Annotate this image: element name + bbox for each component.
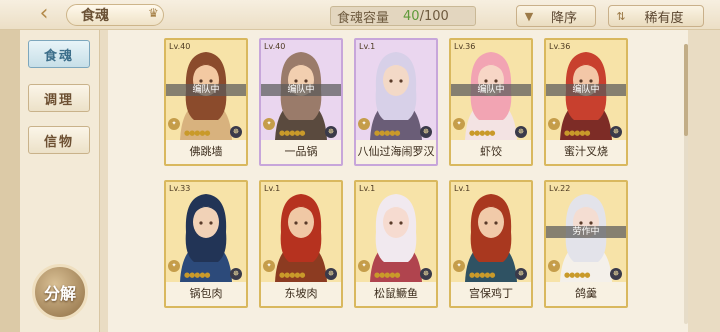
capacity-label: 食魂容量 (337, 10, 390, 26)
sort-by-rarity-label: 稀有度 (644, 10, 684, 26)
star-rating-icon: ●●●●● (469, 129, 496, 137)
role-icon: ✦ (263, 118, 275, 130)
star-rating-icon: ●●●●● (374, 271, 401, 279)
sort-order-button[interactable]: ▼ 降序 (516, 5, 596, 27)
card-name: 东坡肉 (261, 282, 341, 306)
gear-icon: ✵ (515, 126, 527, 138)
role-icon: ✦ (358, 260, 370, 272)
sidebar-tab-food-souls[interactable]: 食魂 (28, 40, 90, 68)
role-icon: ✦ (358, 118, 370, 130)
star-rating-icon: ●●●●● (184, 129, 211, 137)
sidebar-tab-label: 信物 (43, 134, 74, 150)
card-level: Lv.1 (454, 184, 471, 193)
card-level: Lv.40 (169, 42, 191, 51)
card-level: Lv.22 (549, 184, 571, 193)
status-badge: 编队中 (261, 84, 341, 96)
capacity-max: /100 (419, 8, 449, 24)
card-name: 八仙过海闹罗汉 (356, 140, 436, 164)
decompose-button[interactable]: 分解 (32, 264, 88, 320)
food-soul-card[interactable]: Lv.1 ✦ ●●●●● ✵ 宫保鸡丁 (449, 180, 533, 308)
gear-icon: ✵ (420, 126, 432, 138)
star-rating-icon: ●●●●● (374, 129, 401, 137)
card-name: 宫保鸡丁 (451, 282, 531, 306)
card-name: 松鼠鳜鱼 (356, 282, 436, 306)
star-rating-icon: ●●●●● (184, 271, 211, 279)
gear-icon: ✵ (420, 268, 432, 280)
capacity-display: 食魂容量 40 /100 (330, 6, 476, 26)
food-soul-card[interactable]: Lv.22 劳作中 ✦ ●●●●● ✵ 鸽羹 (544, 180, 628, 308)
food-soul-grid: Lv.40 编队中 ✦ ●●●●● ✵ 佛跳墙 Lv.40 编队中 ✦ ●●●●● ✵ 一品锅 Lv.1… (108, 30, 688, 332)
decompose-label: 分解 (43, 284, 76, 303)
chevron-down-icon: ▼ (524, 9, 534, 23)
card-level: Lv.40 (264, 42, 286, 51)
card-level: Lv.1 (264, 184, 281, 193)
gear-icon: ✵ (325, 126, 337, 138)
top-bar: ‹ 食魂 ♛ 食魂容量 40 /100 ▼ 降序 ⇅ 稀有度 (0, 0, 720, 30)
card-name: 一品锅 (261, 140, 341, 164)
food-soul-card[interactable]: Lv.33 ✦ ●●●●● ✵ 锅包肉 (164, 180, 248, 308)
role-icon: ✦ (263, 260, 275, 272)
role-icon: ✦ (548, 118, 560, 130)
page-title-text: 食魂 (81, 8, 109, 24)
gear-icon: ✵ (610, 268, 622, 280)
card-level: Lv.36 (549, 42, 571, 51)
food-soul-card[interactable]: Lv.36 编队中 ✦ ●●●●● ✵ 虾饺 (449, 38, 533, 166)
role-icon: ✦ (453, 118, 465, 130)
role-icon: ✦ (168, 260, 180, 272)
food-soul-card[interactable]: Lv.1 ✦ ●●●●● ✵ 八仙过海闹罗汉 (354, 38, 438, 166)
food-soul-card[interactable]: Lv.36 编队中 ✦ ●●●●● ✵ 蜜汁叉烧 (544, 38, 628, 166)
role-icon: ✦ (453, 260, 465, 272)
sidebar-tab-label: 食魂 (43, 48, 74, 64)
star-rating-icon: ●●●●● (469, 271, 496, 279)
card-name: 佛跳墙 (166, 140, 246, 164)
sort-by-rarity-button[interactable]: ⇅ 稀有度 (608, 5, 704, 27)
star-rating-icon: ●●●●● (564, 271, 591, 279)
role-icon: ✦ (548, 260, 560, 272)
star-rating-icon: ●●●●● (564, 129, 591, 137)
star-rating-icon: ●●●●● (279, 271, 306, 279)
status-badge: 编队中 (166, 84, 246, 96)
card-name: 鸽羹 (546, 282, 626, 306)
gear-icon: ✵ (515, 268, 527, 280)
status-badge: 编队中 (451, 84, 531, 96)
card-level: Lv.36 (454, 42, 476, 51)
back-arrow-icon: ‹ (39, 1, 49, 26)
sort-order-label: 降序 (550, 10, 577, 26)
food-soul-card[interactable]: Lv.1 ✦ ●●●●● ✵ 东坡肉 (259, 180, 343, 308)
status-badge: 劳作中 (546, 226, 626, 238)
card-level: Lv.1 (359, 42, 376, 51)
sort-arrows-icon: ⇅ (616, 9, 626, 23)
card-level: Lv.1 (359, 184, 376, 193)
scrollbar-thumb[interactable] (684, 44, 688, 136)
food-soul-card[interactable]: Lv.40 编队中 ✦ ●●●●● ✵ 佛跳墙 (164, 38, 248, 166)
gear-icon: ✵ (230, 268, 242, 280)
capacity-current: 40 (403, 8, 420, 24)
card-name: 锅包肉 (166, 282, 246, 306)
gear-icon: ✵ (610, 126, 622, 138)
crown-icon: ♛ (148, 6, 159, 20)
card-level: Lv.33 (169, 184, 191, 193)
star-rating-icon: ●●●●● (279, 129, 306, 137)
gear-icon: ✵ (325, 268, 337, 280)
status-badge: 编队中 (546, 84, 626, 96)
card-name: 虾饺 (451, 140, 531, 164)
sidebar-tab-conditioning[interactable]: 调理 (28, 84, 90, 112)
gear-icon: ✵ (230, 126, 242, 138)
back-button[interactable]: ‹ (26, 2, 62, 26)
card-name: 蜜汁叉烧 (546, 140, 626, 164)
sidebar-tab-label: 调理 (43, 92, 74, 108)
sidebar-tab-tokens[interactable]: 信物 (28, 126, 90, 154)
left-decor-strip (0, 30, 20, 332)
role-icon: ✦ (168, 118, 180, 130)
food-soul-card[interactable]: Lv.1 ✦ ●●●●● ✵ 松鼠鳜鱼 (354, 180, 438, 308)
food-soul-card[interactable]: Lv.40 编队中 ✦ ●●●●● ✵ 一品锅 (259, 38, 343, 166)
